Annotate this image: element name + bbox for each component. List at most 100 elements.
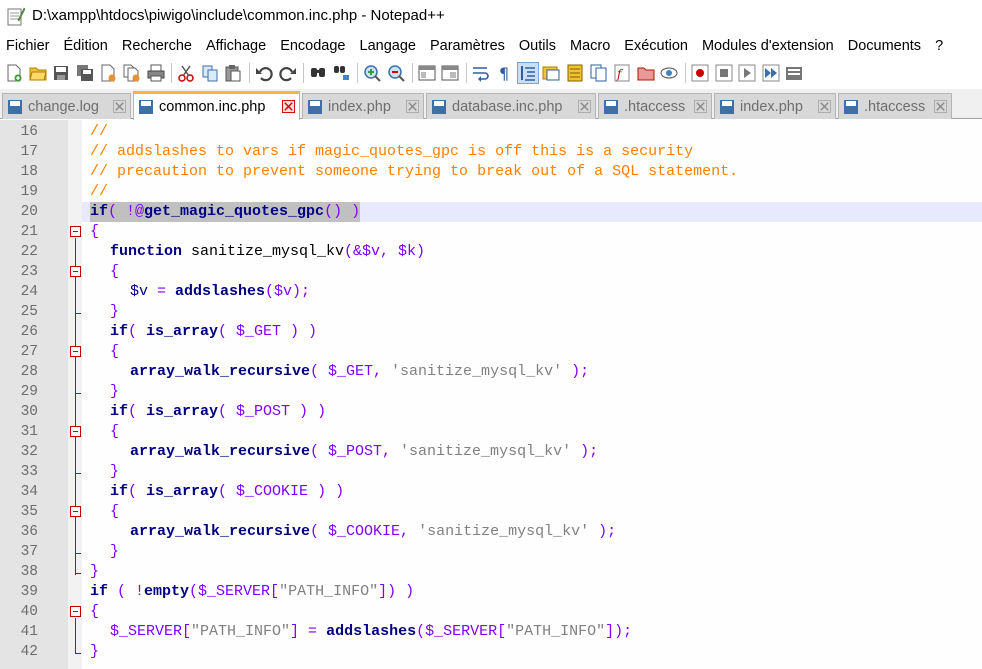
close-tab-icon[interactable]	[405, 99, 419, 113]
close-tab-icon[interactable]	[817, 99, 831, 113]
fold-toggle[interactable]	[70, 266, 81, 277]
toolbar-separator	[357, 63, 359, 83]
code-line: 28 array_walk_recursive( $_GET, 'sanitiz…	[0, 362, 982, 382]
tab-label: database.inc.php	[452, 98, 563, 115]
code-line: 37 }	[0, 542, 982, 562]
folder-workspace-icon[interactable]	[635, 62, 657, 84]
close-tab-icon[interactable]	[933, 99, 947, 113]
paste-icon[interactable]	[222, 62, 244, 84]
menu-documents[interactable]: Documents	[848, 38, 921, 54]
tab-index-php-2[interactable]: index.php	[714, 93, 836, 119]
fold-toggle[interactable]	[70, 346, 81, 357]
close-all-icon[interactable]	[121, 62, 143, 84]
save-icon[interactable]	[50, 62, 72, 84]
code-brace: {	[90, 603, 100, 620]
menu-affichage[interactable]: Affichage	[206, 38, 266, 54]
code-brace: {	[110, 423, 120, 440]
menu-fichier[interactable]: Fichier	[6, 38, 50, 54]
tab-index-php[interactable]: index.php	[302, 93, 424, 119]
tab-label: index.php	[328, 98, 391, 115]
code-line: 23 {	[0, 262, 982, 282]
code-text: function sanitize_mysql_kv(&$v, $k)	[110, 243, 426, 260]
record-macro-icon[interactable]	[689, 62, 711, 84]
tab-common-inc-php[interactable]: common.inc.php	[133, 91, 300, 120]
doc-map-icon[interactable]	[564, 62, 586, 84]
indent-guide-icon[interactable]	[516, 62, 539, 84]
menu-macro[interactable]: Macro	[570, 38, 610, 54]
word-wrap-icon[interactable]	[470, 62, 492, 84]
menu-encodage[interactable]: Encodage	[280, 38, 345, 54]
tab-change-log[interactable]: change.log	[2, 93, 131, 119]
saved-file-icon	[139, 100, 153, 114]
window-title: D:\xampp\htdocs\piwigo\include\common.in…	[32, 7, 445, 24]
show-all-chars-icon[interactable]: ¶	[493, 62, 515, 84]
line-number: 32	[20, 444, 38, 460]
menu-edition[interactable]: Édition	[64, 38, 108, 54]
close-tab-icon[interactable]	[577, 99, 591, 113]
code-line: 38 }	[0, 562, 982, 582]
toolbar-separator	[248, 63, 250, 83]
code-text: if ( !empty($_SERVER["PATH_INFO"]) )	[90, 583, 415, 600]
menu-modules[interactable]: Modules d'extension	[702, 38, 834, 54]
tab-bar: change.log common.inc.php index.php data…	[0, 89, 982, 120]
line-number: 31	[20, 424, 38, 440]
fold-toggle[interactable]	[70, 606, 81, 617]
replace-icon[interactable]	[331, 62, 353, 84]
close-tab-icon[interactable]	[112, 99, 126, 113]
line-number: 30	[20, 404, 38, 420]
toolbar-separator	[303, 63, 305, 83]
run-macro-multiple-icon[interactable]	[760, 62, 782, 84]
code-line: 22 function sanitize_mysql_kv(&$v, $k)	[0, 242, 982, 262]
tab-htaccess-1[interactable]: .htaccess	[598, 93, 712, 119]
find-icon[interactable]	[307, 62, 329, 84]
doc-list-icon[interactable]	[588, 62, 610, 84]
play-macro-icon[interactable]	[736, 62, 758, 84]
code-text: array_walk_recursive( $_COOKIE, 'sanitiz…	[130, 523, 617, 540]
print-icon[interactable]	[145, 62, 167, 84]
tab-htaccess-2[interactable]: .htaccess	[838, 93, 952, 119]
code-comment: // precaution to prevent someone trying …	[90, 163, 739, 180]
close-tab-icon[interactable]	[693, 99, 707, 113]
menu-help[interactable]: ?	[935, 38, 943, 54]
code-line: 30 if( is_array( $_POST ) )	[0, 402, 982, 422]
save-all-icon[interactable]	[74, 62, 96, 84]
saved-file-icon	[308, 99, 322, 114]
menu-parametres[interactable]: Paramètres	[430, 38, 505, 54]
toolbar: ¶ f	[0, 59, 982, 87]
close-tab-icon[interactable]	[281, 99, 295, 113]
open-file-icon[interactable]	[27, 62, 49, 84]
sync-horizontal-icon[interactable]	[439, 62, 461, 84]
fold-toggle[interactable]	[70, 426, 81, 437]
line-number: 23	[20, 264, 38, 280]
menu-outils[interactable]: Outils	[519, 38, 556, 54]
cut-icon[interactable]	[175, 62, 197, 84]
zoom-in-icon[interactable]	[361, 62, 383, 84]
code-brace: }	[90, 563, 100, 580]
zoom-out-icon[interactable]	[385, 62, 407, 84]
code-text: $v = addslashes($v);	[130, 283, 311, 300]
new-file-icon[interactable]	[3, 62, 25, 84]
toolbar-separator	[685, 63, 687, 83]
sync-vertical-icon[interactable]	[416, 62, 438, 84]
save-macro-icon[interactable]	[783, 62, 805, 84]
current-code-line: 20 if( !@get_magic_quotes_gpc() )	[0, 202, 982, 222]
monitoring-icon[interactable]	[658, 62, 680, 84]
function-list-icon[interactable]: f	[611, 62, 633, 84]
user-lang-icon[interactable]	[540, 62, 562, 84]
menu-execution[interactable]: Exécution	[624, 38, 688, 54]
code-line: 25 }	[0, 302, 982, 322]
menu-langage[interactable]: Langage	[360, 38, 416, 54]
tab-database-inc-php[interactable]: database.inc.php	[426, 93, 596, 119]
copy-icon[interactable]	[199, 62, 221, 84]
fold-toggle[interactable]	[70, 226, 81, 237]
menu-recherche[interactable]: Recherche	[122, 38, 192, 54]
svg-text:¶: ¶	[499, 64, 509, 82]
redo-icon[interactable]	[277, 62, 299, 84]
fold-toggle[interactable]	[70, 506, 81, 517]
undo-icon[interactable]	[253, 62, 275, 84]
close-icon[interactable]	[97, 62, 119, 84]
code-text: if( is_array( $_GET ) )	[110, 323, 318, 340]
stop-macro-icon[interactable]	[713, 62, 735, 84]
code-line: 19 //	[0, 182, 982, 202]
code-editor[interactable]: 16 // 17 // addslashes to vars if magic_…	[0, 120, 982, 669]
